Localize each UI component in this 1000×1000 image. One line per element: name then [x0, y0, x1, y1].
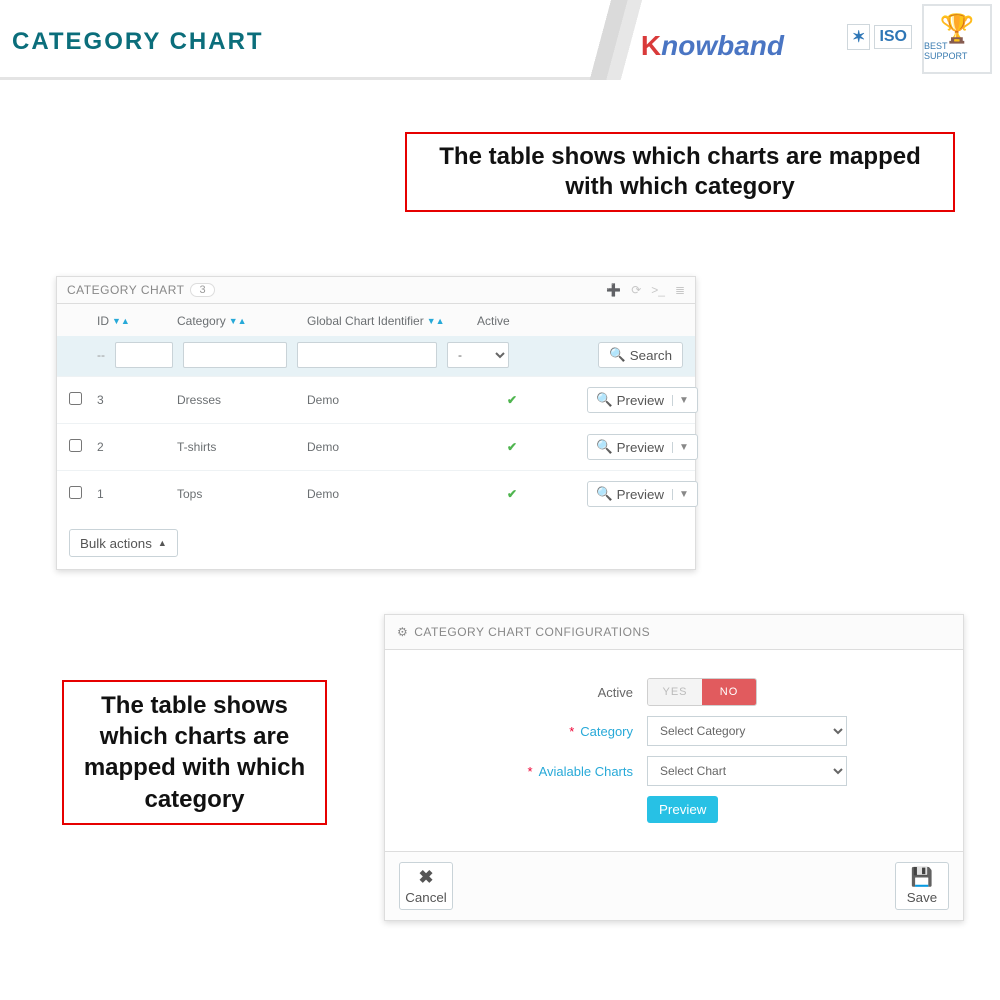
listing-count: 3: [190, 283, 215, 297]
cancel-button[interactable]: ✖ Cancel: [399, 862, 453, 910]
filter-id-input[interactable]: [115, 342, 173, 368]
filter-active-select[interactable]: -: [447, 342, 509, 368]
filter-row: -- - 🔍 Search: [57, 336, 695, 376]
preview-row-button[interactable]: 🔍Preview▼: [587, 434, 698, 460]
preview-button[interactable]: Preview: [647, 796, 718, 823]
sort-icon[interactable]: ▼▲: [112, 316, 130, 326]
listing-title: CATEGORY CHART: [67, 283, 184, 297]
cell-id: 3: [97, 393, 167, 407]
table-row: 3 Dresses Demo ✔ 🔍Preview▼: [57, 376, 695, 423]
cell-category: Tops: [177, 487, 297, 501]
caret-down-icon[interactable]: ▼: [672, 395, 689, 406]
search-button[interactable]: 🔍 Search: [598, 342, 683, 368]
row-checkbox[interactable]: [69, 486, 82, 499]
active-label: Active: [407, 685, 647, 700]
filter-gci-input[interactable]: [297, 342, 437, 368]
callout-left: The table shows which charts are mapped …: [62, 680, 327, 825]
active-toggle[interactable]: YES NO: [647, 678, 757, 706]
trophy-icon: 🏆: [940, 17, 975, 41]
iso-badges: ✶ ISO: [847, 24, 912, 50]
save-icon: 💾: [911, 867, 933, 888]
magnify-icon: 🔍: [596, 439, 613, 455]
save-button[interactable]: 💾 Save: [895, 862, 949, 910]
cell-gci: Demo: [307, 393, 467, 407]
filter-dashes: --: [97, 348, 105, 362]
knowband-logo: Knowband: [641, 30, 784, 63]
db-icon[interactable]: ≣: [675, 283, 685, 297]
callout-top: The table shows which charts are mapped …: [405, 132, 955, 212]
cell-active: ✔: [477, 440, 547, 454]
cell-active: ✔: [477, 487, 547, 501]
row-checkbox[interactable]: [69, 392, 82, 405]
table-row: 2 T-shirts Demo ✔ 🔍Preview▼: [57, 423, 695, 470]
refresh-icon[interactable]: ⟳: [631, 283, 641, 297]
category-select[interactable]: Select Category: [647, 716, 847, 746]
preview-row-button[interactable]: 🔍Preview▼: [587, 387, 698, 413]
preview-row-button[interactable]: 🔍Preview▼: [587, 481, 698, 507]
page-title: CATEGORY CHART: [12, 28, 264, 56]
filter-category-input[interactable]: [183, 342, 287, 368]
add-icon[interactable]: ➕: [606, 283, 621, 297]
cell-category: T-shirts: [177, 440, 297, 454]
caret-down-icon[interactable]: ▼: [672, 442, 689, 453]
toggle-no[interactable]: NO: [702, 679, 756, 705]
iso-badge-icon: ✶: [847, 24, 870, 50]
caret-up-icon: ▲: [158, 538, 167, 548]
iso-text: ISO: [874, 25, 912, 49]
category-label: Category: [580, 724, 633, 739]
chart-select[interactable]: Select Chart: [647, 756, 847, 786]
table-row: 1 Tops Demo ✔ 🔍Preview▼: [57, 470, 695, 517]
sort-icon[interactable]: ▼▲: [427, 316, 445, 326]
cell-id: 2: [97, 440, 167, 454]
magnify-icon: 🔍: [596, 486, 613, 502]
close-icon: ✖: [418, 867, 433, 888]
cell-category: Dresses: [177, 393, 297, 407]
config-title: CATEGORY CHART CONFIGURATIONS: [414, 625, 650, 639]
caret-down-icon[interactable]: ▼: [672, 489, 689, 500]
category-chart-config: ⚙ CATEGORY CHART CONFIGURATIONS Active Y…: [384, 614, 964, 921]
sort-icon[interactable]: ▼▲: [229, 316, 247, 326]
cell-gci: Demo: [307, 487, 467, 501]
toggle-yes[interactable]: YES: [648, 679, 702, 705]
best-support-badge: 🏆 BEST SUPPORT: [922, 4, 992, 74]
magnify-icon: 🔍: [596, 392, 613, 408]
cell-active: ✔: [477, 393, 547, 407]
available-charts-label: Avialable Charts: [539, 764, 633, 779]
cell-id: 1: [97, 487, 167, 501]
table-header: ID▼▲ Category▼▲ Global Chart Identifier▼…: [57, 304, 695, 336]
cell-gci: Demo: [307, 440, 467, 454]
bulk-actions-button[interactable]: Bulk actions ▲: [69, 529, 178, 557]
category-chart-listing: CATEGORY CHART 3 ➕ ⟳ >_ ≣ ID▼▲ Category▼…: [56, 276, 696, 570]
search-icon: 🔍: [609, 347, 626, 363]
row-checkbox[interactable]: [69, 439, 82, 452]
gear-icon: ⚙: [397, 625, 408, 639]
terminal-icon[interactable]: >_: [651, 283, 665, 297]
